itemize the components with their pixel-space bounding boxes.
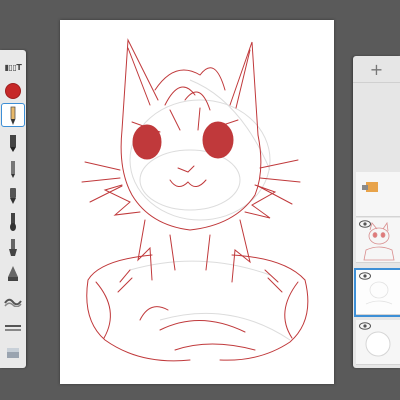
texture-brush-2-icon (5, 325, 21, 331)
add-layer-button[interactable]: + (353, 56, 400, 83)
drawing-canvas[interactable] (60, 20, 334, 384)
marker-tool-button[interactable] (2, 132, 24, 154)
texture-brush-button-1[interactable] (2, 290, 24, 312)
cat-line-art (81, 38, 309, 362)
pencil-icon (10, 106, 16, 125)
brush-set-button[interactable]: ▮▯▯T (2, 56, 24, 78)
layer-1-preview (362, 182, 378, 192)
layer-thumbnail-1[interactable] (356, 172, 400, 217)
layer-3-preview (365, 281, 393, 305)
texture-brush-icon (4, 298, 22, 307)
color-picker-button[interactable] (2, 80, 24, 102)
background-layer-thumbnail[interactable] (356, 320, 400, 365)
background-layer-preview (365, 331, 391, 357)
marker-icon (10, 135, 16, 152)
fill-bucket-icon (8, 266, 18, 281)
pencil-tool-button[interactable] (1, 103, 25, 127)
smudge-tool-button[interactable] (2, 236, 24, 258)
layer-2-preview (363, 221, 395, 261)
tool-palette: ▮▯▯T (0, 50, 26, 368)
eraser-tool-button[interactable] (2, 342, 24, 364)
ballpoint-tool-button[interactable] (2, 158, 24, 180)
airbrush-tool-button[interactable] (2, 184, 24, 206)
paintbrush-icon (10, 213, 16, 231)
ballpoint-pen-icon (11, 161, 15, 178)
cat-sketch-artwork (81, 38, 309, 362)
layer-thumbnail-2[interactable] (356, 218, 400, 263)
layers-panel: + (353, 56, 400, 368)
brush-set-label: ▮▯▯T (4, 62, 22, 72)
plus-icon: + (369, 59, 384, 79)
fill-tool-button[interactable] (2, 262, 24, 284)
smudge-icon (9, 239, 17, 256)
layer-thumbnail-3[interactable] (354, 268, 400, 317)
sketch-guides (129, 79, 291, 341)
eraser-icon (7, 348, 19, 358)
airbrush-icon (10, 188, 16, 204)
current-color-swatch (6, 84, 20, 98)
texture-brush-button-2[interactable] (2, 316, 24, 338)
paintbrush-tool-button[interactable] (2, 210, 24, 232)
